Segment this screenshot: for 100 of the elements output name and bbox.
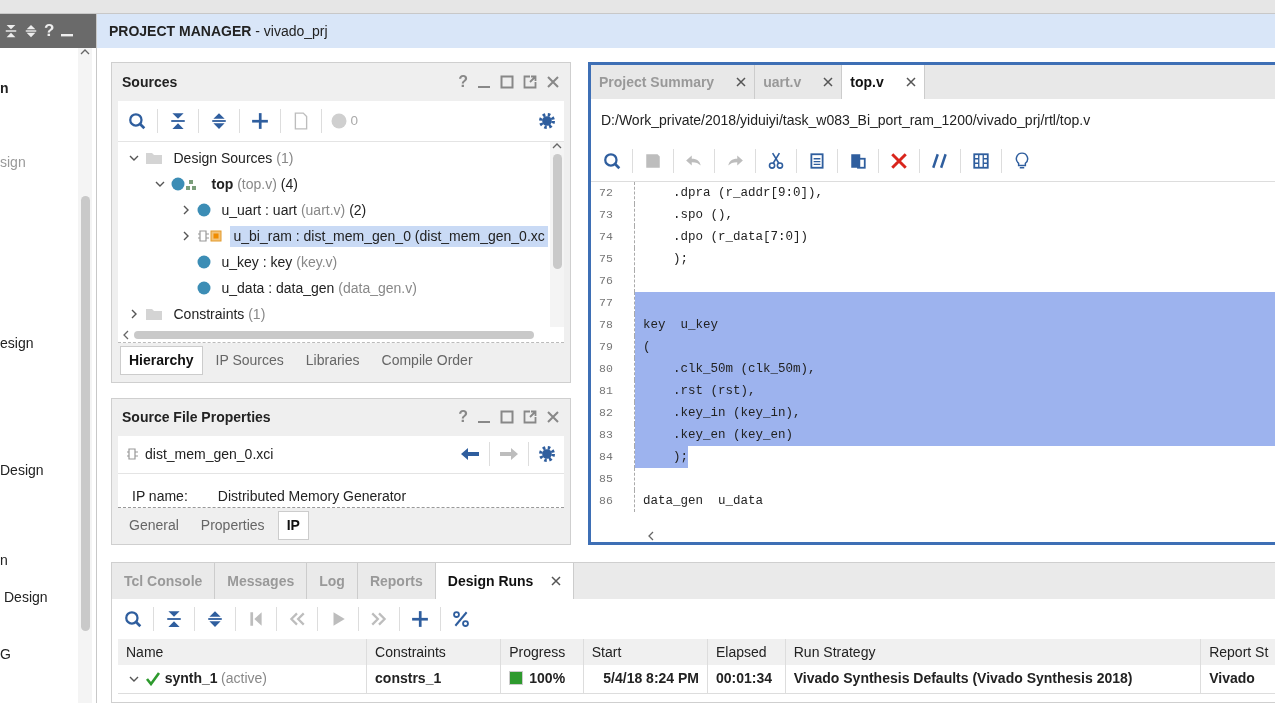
scroll-up-icon[interactable] — [80, 48, 90, 56]
column-header[interactable]: Constraints — [366, 639, 501, 665]
table-cell: synth_1 (active) — [118, 665, 367, 693]
line-number: 86 — [591, 490, 635, 512]
collapse-all-icon[interactable] — [4, 24, 18, 38]
file-name: dist_mem_gen_0.xci — [145, 444, 274, 464]
close-icon[interactable] — [823, 77, 834, 87]
column-header[interactable]: Start — [583, 639, 708, 665]
close-icon[interactable] — [736, 77, 747, 87]
columns-icon[interactable] — [972, 152, 990, 170]
column-header[interactable]: Report St — [1200, 639, 1275, 665]
tab[interactable]: IP Sources — [206, 346, 293, 375]
settings-icon[interactable] — [538, 445, 556, 464]
line-number: 74 — [591, 226, 635, 248]
tab[interactable]: Properties — [191, 511, 274, 540]
tab[interactable]: Hierarchy — [120, 346, 203, 375]
scrollbar[interactable] — [118, 327, 564, 343]
paste-icon[interactable] — [849, 152, 867, 170]
close-icon[interactable] — [551, 576, 562, 586]
tree-item[interactable]: u_bi_ram : dist_mem_gen_0 (dist_mem_gen_0.xc — [230, 225, 549, 247]
tree-item[interactable]: Design Sources (1) — [170, 147, 297, 169]
file-path: D:/Work_private/2018/yiduiyi/task_w083_Bi_port_ram_1200/vivado_prj/rtl/top.v — [601, 110, 1091, 130]
table-cell: 00:01:34 — [707, 665, 786, 693]
float-window-icon[interactable] — [523, 75, 537, 89]
scroll-up-icon[interactable] — [552, 142, 562, 150]
folder-icon — [145, 151, 164, 166]
property-value: Distributed Memory Generator — [217, 486, 407, 506]
line-number: 75 — [591, 248, 635, 270]
column-header[interactable]: Progress — [500, 639, 584, 665]
tab[interactable]: Design Runs — [435, 563, 575, 599]
column-header[interactable]: Name — [118, 639, 367, 665]
collapse-all-icon[interactable] — [169, 112, 187, 130]
settings-icon[interactable] — [538, 112, 556, 131]
close-icon[interactable] — [546, 410, 560, 425]
help-icon[interactable]: ? — [44, 18, 55, 44]
scrollbar[interactable] — [78, 48, 92, 703]
plus-icon[interactable] — [251, 112, 269, 130]
scroll-left-icon[interactable] — [647, 530, 655, 541]
expand-all-icon[interactable] — [210, 112, 228, 130]
maximize-icon[interactable] — [500, 75, 514, 89]
navigator-item[interactable]: n — [0, 80, 9, 96]
search-icon[interactable] — [603, 152, 621, 170]
float-window-icon[interactable] — [523, 410, 537, 425]
progress-bar — [509, 671, 524, 686]
tab[interactable]: General — [120, 511, 188, 540]
percent-icon[interactable] — [452, 610, 470, 628]
property-name: IP name: — [132, 486, 188, 506]
navigator-item[interactable]: Design — [4, 588, 48, 605]
scrollbar[interactable] — [550, 142, 564, 327]
code-line: data_gen u_data — [642, 493, 764, 510]
tree-item[interactable]: u_uart : uart (uart.v) (2) — [218, 199, 370, 221]
navigator-item[interactable]: G — [0, 646, 11, 662]
table-cell: 100% — [500, 665, 584, 693]
code-line: .dpo (r_data[7:0]) — [672, 229, 809, 246]
line-number: 85 — [591, 468, 635, 490]
module-icon — [197, 203, 212, 218]
plus-icon[interactable] — [411, 610, 429, 628]
column-header[interactable]: Elapsed — [707, 639, 786, 665]
table-cell: 5/4/18 8:24 PM — [583, 665, 708, 693]
line-number: 76 — [591, 270, 635, 292]
folder-icon — [145, 307, 164, 322]
tree-item[interactable]: u_key : key (key.v) — [218, 251, 341, 273]
lightbulb-icon[interactable] — [1013, 152, 1031, 170]
expand-all-icon[interactable] — [24, 24, 38, 38]
tab[interactable]: IP — [277, 511, 309, 540]
table-cell: Vivado Synthesis Defaults (Vivado Synthesis 2018) — [785, 665, 1201, 693]
tab[interactable]: Compile Order — [372, 346, 482, 375]
tab[interactable]: top.v — [842, 65, 925, 99]
chevron-right-icon[interactable] — [181, 205, 191, 216]
navigator-item[interactable]: esign — [0, 335, 34, 351]
collapse-all-icon[interactable] — [165, 610, 183, 628]
back-arrow-icon[interactable] — [460, 446, 480, 463]
panel-title: Sources — [122, 72, 178, 92]
search-icon[interactable] — [124, 610, 142, 628]
code-line: .dpra (r_addr[9:0]), — [672, 185, 824, 202]
code-line: .spo (), — [672, 207, 733, 224]
tab[interactable]: Libraries — [296, 346, 369, 375]
delete-icon[interactable] — [890, 152, 908, 170]
column-header[interactable]: Run Strategy — [785, 639, 1201, 665]
chevron-right-icon[interactable] — [129, 309, 139, 320]
navigator-item[interactable]: n — [0, 552, 8, 568]
close-icon[interactable] — [905, 77, 916, 87]
table-cell: constrs_1 — [366, 665, 501, 693]
tree-item[interactable]: Constraints (1) — [170, 303, 269, 325]
close-icon[interactable] — [546, 75, 560, 89]
tree-item[interactable]: u_data : data_gen (data_gen.v) — [218, 277, 421, 299]
copy-icon[interactable] — [808, 152, 826, 170]
line-number: 72 — [591, 182, 635, 204]
message-count: 0 — [350, 111, 358, 130]
code-line: ); — [672, 251, 688, 268]
chevron-right-icon[interactable] — [181, 231, 191, 242]
navigator-item[interactable]: Design — [0, 461, 44, 478]
search-icon[interactable] — [128, 112, 146, 130]
expand-all-icon[interactable] — [206, 610, 224, 628]
slashes-icon[interactable] — [931, 152, 949, 170]
tree-item[interactable]: top (top.v) (4) — [208, 173, 302, 195]
scroll-left-icon[interactable] — [122, 329, 130, 340]
scissors-icon[interactable] — [767, 152, 785, 170]
maximize-icon[interactable] — [500, 410, 514, 425]
module-icon — [197, 281, 212, 296]
